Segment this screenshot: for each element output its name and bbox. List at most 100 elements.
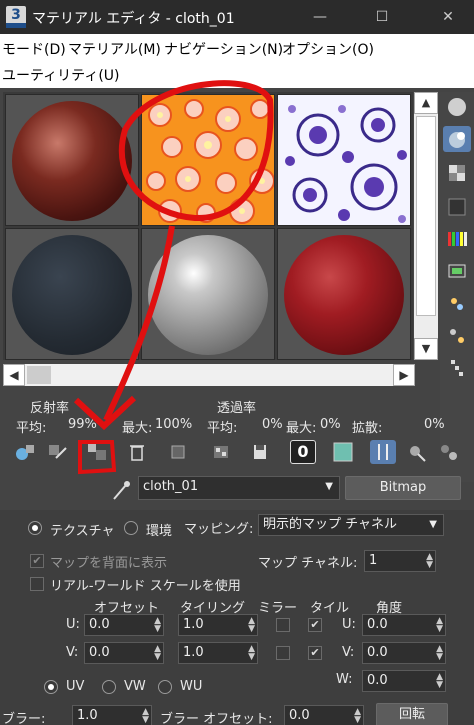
close-button[interactable]: ✕ [428, 4, 468, 30]
v-tile-checkbox[interactable]: ✔ [308, 646, 322, 660]
menu-navigation[interactable]: ナビゲーション(N) [164, 39, 283, 59]
mapping-label: マッピング: [184, 522, 254, 537]
u-tiling-spinner[interactable]: 1.0 ▲ ▼ [178, 614, 258, 636]
scroll-left-arrow-icon[interactable]: ◀ [3, 364, 25, 386]
rotate-button[interactable]: 回転 [376, 703, 448, 725]
make-unique-icon[interactable] [208, 440, 234, 464]
material-sphere-preview [148, 235, 268, 355]
v-tiling-spinner[interactable]: 1.0 ▲ ▼ [178, 642, 258, 664]
diffuse-label: 拡散: [352, 421, 383, 436]
sample-type-sphere-icon[interactable] [443, 94, 471, 120]
minimize-button[interactable]: — [300, 4, 340, 30]
menu-material[interactable]: マテリアル(M) [68, 39, 161, 59]
material-id-channel-button[interactable]: 0 [290, 440, 316, 464]
material-type-button[interactable]: Bitmap [345, 476, 461, 500]
slots-vertical-scrollbar[interactable]: ▲ ▼ [414, 92, 438, 360]
blur-offset-label: ブラー オフセット: [160, 712, 273, 725]
get-material-icon[interactable] [12, 440, 38, 464]
sample-slot-4[interactable] [5, 228, 139, 360]
window-title: マテリアル エディタ - cloth_01 [32, 11, 235, 27]
map-channel-label: マップ チャネル: [258, 556, 358, 571]
material-name-field[interactable]: cloth_01 ▼ [138, 476, 340, 500]
show-end-result-icon[interactable] [370, 440, 396, 464]
put-to-library-icon[interactable] [248, 440, 274, 464]
diffuse-value: 0% [424, 417, 445, 432]
transmit-max-label: 最大: [286, 421, 317, 436]
mapping-dropdown[interactable]: 明示的マップ チャネル ▼ [258, 514, 444, 536]
side-toolbar [440, 92, 474, 482]
vw-radio[interactable] [102, 680, 116, 694]
sample-slots [3, 92, 413, 360]
material-sphere-preview [12, 235, 132, 355]
background-checker-icon[interactable] [443, 160, 471, 186]
w-angle-label: W: [336, 672, 353, 687]
map-channel-spinner[interactable]: 1 ▲ ▼ [364, 550, 436, 572]
sample-slot-5[interactable] [141, 228, 275, 360]
transmit-avg-label: 平均: [207, 421, 238, 436]
blur-offset-spinner[interactable]: 0.0 ▲ ▼ [284, 705, 364, 725]
spinner-arrows-icon: ▲ ▼ [142, 707, 149, 725]
wu-radio[interactable] [158, 680, 172, 694]
w-angle-spinner[interactable]: 0.0 ▲ ▼ [362, 670, 446, 692]
spinner-arrows-icon: ▲ ▼ [436, 644, 443, 662]
sample-uv-tiling-icon[interactable] [443, 194, 471, 220]
video-color-check-icon[interactable] [443, 226, 471, 252]
sample-slot-1[interactable] [5, 94, 139, 226]
show-shaded-material-icon[interactable] [330, 440, 356, 464]
make-material-copy-icon[interactable] [166, 440, 192, 464]
material-sphere-preview [12, 101, 132, 221]
v-angle-spinner[interactable]: 0.0 ▲ ▼ [362, 642, 446, 664]
environ-label: 環境 [146, 524, 173, 539]
v-offset-spinner[interactable]: 0.0 ▲ ▼ [84, 642, 164, 664]
sample-slot-6[interactable] [277, 228, 411, 360]
real-world-scale-label: リアル-ワールド スケールを使用 [50, 579, 241, 594]
sample-slot-2[interactable] [141, 94, 275, 226]
show-map-on-back-checkbox[interactable]: ✔ [30, 554, 44, 568]
real-world-scale-checkbox[interactable] [30, 577, 44, 591]
pick-material-from-object-icon[interactable] [108, 477, 134, 503]
transmit-max-value: 0% [320, 417, 341, 432]
environ-radio[interactable] [124, 521, 138, 535]
u-angle-label: U: [342, 617, 356, 632]
assign-material-to-selection-icon[interactable] [84, 440, 110, 464]
put-material-to-scene-icon[interactable] [44, 440, 70, 464]
backlight-icon[interactable] [443, 126, 471, 152]
menu-options[interactable]: オプション(O) [282, 39, 374, 59]
make-preview-icon[interactable] [443, 258, 471, 284]
blur-spinner[interactable]: 1.0 ▲ ▼ [72, 705, 152, 725]
u-mirror-checkbox[interactable] [276, 618, 290, 632]
scroll-thumb[interactable] [416, 116, 436, 316]
spinner-arrows-icon: ▲ ▼ [154, 644, 161, 662]
go-to-parent-icon[interactable] [404, 440, 430, 464]
u-offset-spinner[interactable]: 0.0 ▲ ▼ [84, 614, 164, 636]
wu-label: WU [180, 679, 203, 694]
slots-horizontal-scrollbar[interactable]: ◀ ▶ [3, 364, 415, 386]
maximize-button[interactable]: ☐ [362, 4, 402, 30]
scroll-up-arrow-icon[interactable]: ▲ [414, 92, 438, 114]
u-angle-spinner[interactable]: 0.0 ▲ ▼ [362, 614, 446, 636]
scroll-right-arrow-icon[interactable]: ▶ [393, 364, 415, 386]
scroll-thumb[interactable] [27, 366, 51, 384]
transmit-avg-value: 0% [262, 417, 283, 432]
menu-utilities[interactable]: ユーティリティ(U) [2, 65, 120, 85]
transmittance-label: 透過率 [217, 401, 257, 416]
material-map-navigator-icon[interactable] [443, 354, 471, 380]
uv-radio[interactable] [44, 680, 58, 694]
texture-label: テクスチャ [50, 524, 115, 539]
sample-slot-3[interactable] [277, 94, 411, 226]
texture-radio[interactable] [28, 521, 42, 535]
v-angle-label: V: [342, 645, 355, 660]
tile-column-header: タイル [310, 601, 350, 616]
chevron-down-icon: ▼ [429, 519, 437, 530]
u-tile-checkbox[interactable]: ✔ [308, 618, 322, 632]
options-icon[interactable] [443, 290, 471, 316]
scroll-down-arrow-icon[interactable]: ▼ [414, 338, 438, 360]
select-by-material-icon[interactable] [443, 322, 471, 348]
menu-bar: モード(D) マテリアル(M) ナビゲーション(N) オプション(O) ユーティ… [0, 34, 474, 88]
go-forward-to-sibling-icon[interactable] [436, 440, 462, 464]
mirror-column-header: ミラー [258, 601, 298, 616]
reflectance-label: 反射率 [30, 401, 70, 416]
delete-material-icon[interactable] [124, 440, 150, 464]
menu-mode[interactable]: モード(D) [2, 39, 66, 59]
v-mirror-checkbox[interactable] [276, 646, 290, 660]
